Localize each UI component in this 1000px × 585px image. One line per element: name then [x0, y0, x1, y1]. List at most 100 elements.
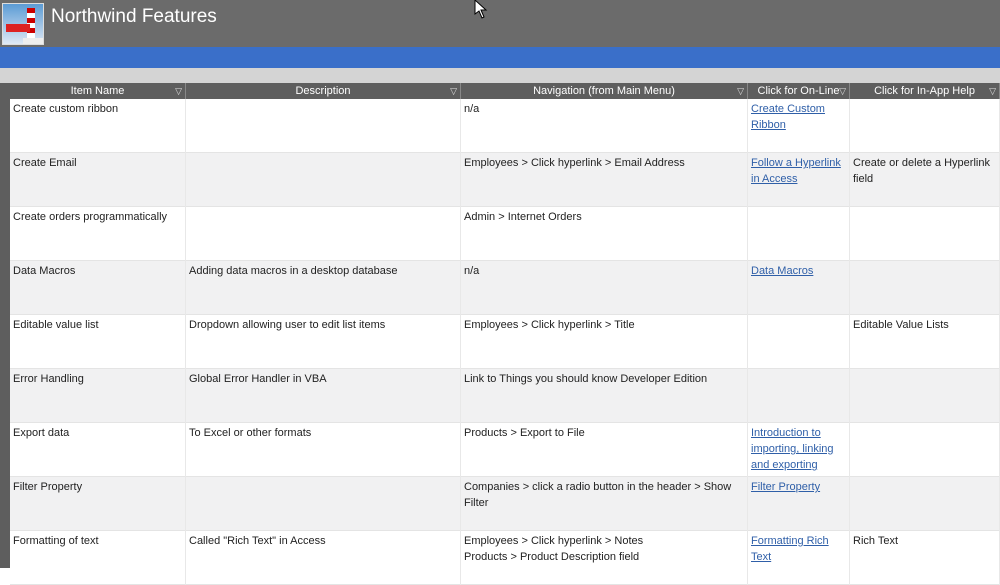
- cell-online[interactable]: Follow a Hyperlink in Access: [748, 153, 850, 207]
- cell-navigation[interactable]: Products > Export to File: [461, 423, 748, 477]
- cell-help[interactable]: [850, 369, 1000, 423]
- cell-help[interactable]: Rich Text: [850, 531, 1000, 585]
- cell-navigation[interactable]: Admin > Internet Orders: [461, 207, 748, 261]
- cell-text: Global Error Handler in VBA: [189, 373, 327, 385]
- cell-help[interactable]: Create or delete a Hyperlink field: [850, 153, 1000, 207]
- cell-text: Filter Property: [13, 481, 83, 493]
- column-header-label: Description: [295, 85, 351, 97]
- filter-dropdown-icon[interactable]: ▽: [175, 83, 182, 99]
- online-help-link[interactable]: Follow a Hyperlink in Access: [751, 157, 841, 185]
- cell-text: Editable value list: [13, 319, 99, 331]
- cell-online[interactable]: Formatting Rich Text: [748, 531, 850, 585]
- cell-description[interactable]: To Excel or other formats: [186, 423, 461, 477]
- column-header-label: Click for On-Line: [757, 85, 840, 97]
- cell-online[interactable]: [748, 369, 850, 423]
- cell-online[interactable]: Create Custom Ribbon: [748, 99, 850, 153]
- cell-item[interactable]: Filter Property: [10, 477, 186, 531]
- cell-navigation[interactable]: n/a: [461, 261, 748, 315]
- cell-item[interactable]: Export data: [10, 423, 186, 477]
- table-row[interactable]: Data Macros Adding data macros in a deskt…: [10, 261, 1000, 315]
- cell-text: Employees > Click hyperlink > Email Addr…: [464, 157, 685, 169]
- cell-text: Dropdown allowing user to edit list item…: [189, 319, 386, 331]
- cell-navigation[interactable]: Companies > click a radio button in the …: [461, 477, 748, 531]
- cell-text: Create custom ribbon: [13, 103, 119, 115]
- cell-text: Link to Things you should know Developer…: [464, 373, 708, 385]
- cell-text: Adding data macros in a desktop database: [189, 265, 398, 277]
- cell-text: n/a: [464, 103, 480, 115]
- cell-description[interactable]: Dropdown allowing user to edit list item…: [186, 315, 461, 369]
- cell-description[interactable]: Adding data macros in a desktop database: [186, 261, 461, 315]
- cell-text: Error Handling: [13, 373, 84, 385]
- column-header-label: Navigation (from Main Menu): [533, 85, 675, 97]
- table-row[interactable]: Editable value list Dropdown allowing use…: [10, 315, 1000, 369]
- app-title: Northwind Features: [51, 6, 217, 27]
- column-header-item[interactable]: Item Name ▽: [10, 83, 186, 99]
- cell-online[interactable]: Filter Property: [748, 477, 850, 531]
- table-row[interactable]: Create orders programmatically Admin > In…: [10, 207, 1000, 261]
- cell-text: Rich Text: [853, 535, 899, 547]
- cell-help[interactable]: [850, 477, 1000, 531]
- cell-description[interactable]: Global Error Handler in VBA: [186, 369, 461, 423]
- cell-navigation[interactable]: Employees > Click hyperlink > Email Addr…: [461, 153, 748, 207]
- cell-navigation[interactable]: n/a: [461, 99, 748, 153]
- online-help-link[interactable]: Formatting Rich Text: [751, 535, 829, 563]
- cell-online[interactable]: [748, 207, 850, 261]
- table-row[interactable]: Filter Property Companies > click a radio…: [10, 477, 1000, 531]
- filter-dropdown-icon[interactable]: ▽: [989, 83, 996, 99]
- cell-text: Create Email: [13, 157, 77, 169]
- table-row[interactable]: Formatting of text Called "Rich Text" in …: [10, 531, 1000, 585]
- cell-navigation[interactable]: Link to Things you should know Developer…: [461, 369, 748, 423]
- cell-online[interactable]: Introduction to importing, linking and e…: [748, 423, 850, 477]
- filter-dropdown-icon[interactable]: ▽: [737, 83, 744, 99]
- table-row[interactable]: Create Email Employees > Click hyperlink …: [10, 153, 1000, 207]
- cell-text: Create orders programmatically: [13, 211, 168, 223]
- cell-text: Export data: [13, 427, 70, 439]
- cell-item[interactable]: Create orders programmatically: [10, 207, 186, 261]
- cell-text: Data Macros: [13, 265, 76, 277]
- online-help-link[interactable]: Create Custom Ribbon: [751, 103, 825, 131]
- online-help-link[interactable]: Filter Property: [751, 481, 820, 493]
- online-help-link[interactable]: Introduction to importing, linking and e…: [751, 427, 834, 471]
- cell-item[interactable]: Data Macros: [10, 261, 186, 315]
- cell-text: Editable Value Lists: [853, 319, 949, 331]
- cell-text: Admin > Internet Orders: [464, 211, 582, 223]
- mouse-cursor-icon: [474, 0, 488, 19]
- cell-help[interactable]: [850, 261, 1000, 315]
- column-header-row: Item Name ▽ Description ▽ Navigation (from M…: [0, 83, 1000, 99]
- cell-online[interactable]: [748, 315, 850, 369]
- cell-item[interactable]: Formatting of text: [10, 531, 186, 585]
- online-help-link[interactable]: Data Macros: [751, 265, 813, 277]
- column-header-navigation[interactable]: Navigation (from Main Menu) ▽: [461, 83, 748, 99]
- column-header-label: Item Name: [70, 85, 125, 97]
- table-row[interactable]: Export data To Excel or other formats Prod…: [10, 423, 1000, 477]
- filter-dropdown-icon[interactable]: ▽: [450, 83, 457, 99]
- column-header-description[interactable]: Description ▽: [186, 83, 461, 99]
- record-selector-column[interactable]: [0, 99, 10, 568]
- column-header-help[interactable]: Click for In-App Help ▽: [850, 83, 1000, 99]
- cell-help[interactable]: Editable Value Lists: [850, 315, 1000, 369]
- column-header-online[interactable]: Click for On-Line ▽: [748, 83, 850, 99]
- cell-help[interactable]: [850, 207, 1000, 261]
- northwind-logo: [2, 3, 44, 45]
- ribbon-band: [0, 47, 1000, 68]
- cell-text: Products > Export to File: [464, 427, 585, 439]
- cell-item[interactable]: Create custom ribbon: [10, 99, 186, 153]
- cell-item[interactable]: Error Handling: [10, 369, 186, 423]
- cell-description[interactable]: [186, 99, 461, 153]
- cell-item[interactable]: Create Email: [10, 153, 186, 207]
- cell-text: Employees > Click hyperlink > Title: [464, 319, 635, 331]
- cell-text: Create or delete a Hyperlink field: [853, 157, 990, 185]
- table-row[interactable]: Error Handling Global Error Handler in VB…: [10, 369, 1000, 423]
- cell-item[interactable]: Editable value list: [10, 315, 186, 369]
- cell-help[interactable]: [850, 99, 1000, 153]
- cell-description[interactable]: [186, 153, 461, 207]
- cell-help[interactable]: [850, 423, 1000, 477]
- filter-dropdown-icon[interactable]: ▽: [839, 83, 846, 99]
- cell-description[interactable]: Called "Rich Text" in Access: [186, 531, 461, 585]
- cell-navigation[interactable]: Employees > Click hyperlink > Notes Prod…: [461, 531, 748, 585]
- cell-online[interactable]: Data Macros: [748, 261, 850, 315]
- cell-navigation[interactable]: Employees > Click hyperlink > Title: [461, 315, 748, 369]
- cell-description[interactable]: [186, 477, 461, 531]
- cell-description[interactable]: [186, 207, 461, 261]
- table-row[interactable]: Create custom ribbon n/a Create Custom Rib…: [10, 99, 1000, 153]
